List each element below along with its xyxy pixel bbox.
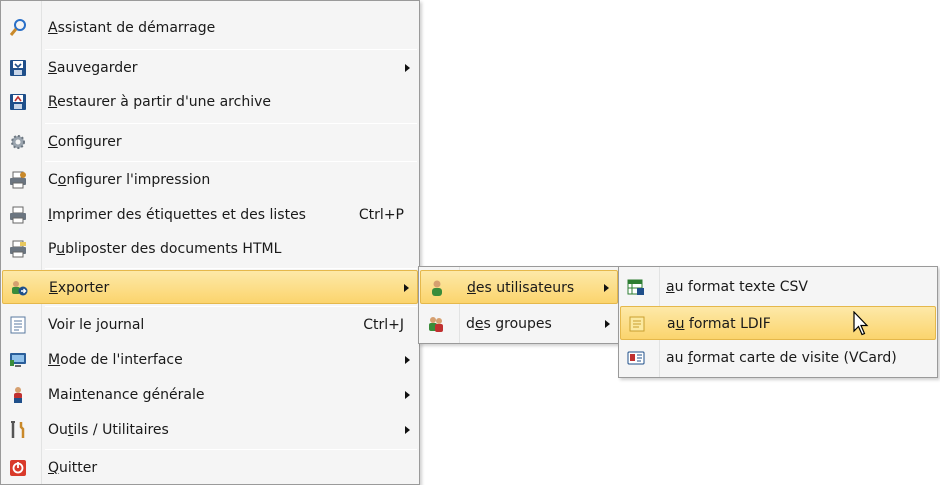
mouse-cursor-icon <box>853 311 869 336</box>
menu-item-label: au format carte de visite (VCard) <box>666 350 897 366</box>
menu-item-voir-journal[interactable]: Voir le journal Ctrl+J <box>2 308 418 342</box>
menu-item-label: Imprimer des étiquettes et des listes <box>48 207 306 223</box>
shortcut-label: Ctrl+P <box>358 207 404 223</box>
format-item-vcard[interactable]: au format carte de visite (VCard) <box>620 341 936 375</box>
submenu-arrow-icon <box>605 320 610 328</box>
submenu-item-groupes[interactable]: des groupes <box>420 307 618 341</box>
quit-icon <box>8 458 28 478</box>
magic-wand-icon <box>8 18 28 38</box>
submenu-item-utilisateurs[interactable]: des utilisateurs <box>420 270 618 304</box>
menu-item-exporter[interactable]: Exporter <box>2 270 418 304</box>
menu-separator <box>45 268 417 269</box>
menu-item-quitter[interactable]: Quitter <box>2 451 418 485</box>
submenu-arrow-icon <box>405 391 410 399</box>
menu-separator <box>45 161 417 162</box>
save-disk-icon <box>8 58 28 78</box>
menu-item-label: Voir le journal <box>48 317 145 333</box>
menu-item-publiposter[interactable]: Publiposter des documents HTML <box>2 232 418 266</box>
menu-item-label: Mode de l'interface <box>48 352 183 368</box>
main-menu: Assistant de démarrage Sauvegarder Resta… <box>0 0 420 485</box>
csv-file-icon <box>626 277 646 297</box>
journal-icon <box>8 315 28 335</box>
menu-item-imprimer[interactable]: Imprimer des étiquettes et des listes Ct… <box>2 198 418 232</box>
menu-item-label: Configurer l'impression <box>48 172 211 188</box>
mailmerge-printer-icon <box>8 239 28 259</box>
tools-icon <box>8 420 28 440</box>
monitor-icon <box>8 350 28 370</box>
menu-item-label: Exporter <box>49 280 110 296</box>
restore-disk-icon <box>8 92 28 112</box>
users-format-submenu: au format texte CSV au format LDIF au fo… <box>618 266 938 378</box>
menu-item-restaurer[interactable]: Restaurer à partir d'une archive <box>2 85 418 119</box>
menu-item-label: Assistant de démarrage <box>48 20 216 36</box>
menu-item-assistant[interactable]: Assistant de démarrage <box>2 11 418 45</box>
menu-item-label: Restaurer à partir d'une archive <box>48 94 271 110</box>
menu-item-label: Sauvegarder <box>48 60 138 76</box>
menu-item-outils[interactable]: Outils / Utilitaires <box>2 413 418 447</box>
gear-icon <box>8 132 28 152</box>
menu-item-label: Outils / Utilitaires <box>48 422 169 438</box>
menu-item-label: au format texte CSV <box>666 279 809 295</box>
vcard-icon <box>626 348 646 368</box>
submenu-arrow-icon <box>604 284 609 292</box>
printer-icon <box>8 205 28 225</box>
submenu-arrow-icon <box>405 64 410 72</box>
submenu-arrow-icon <box>405 356 410 364</box>
menu-item-mode-interface[interactable]: Mode de l'interface <box>2 343 418 377</box>
user-icon <box>427 278 447 298</box>
menu-separator <box>45 49 417 50</box>
group-icon <box>426 314 446 334</box>
printer-settings-icon <box>8 170 28 190</box>
menu-item-label: Publiposter des documents HTML <box>48 241 282 257</box>
export-submenu: des utilisateurs des groupes <box>418 266 620 344</box>
menu-item-label: Configurer <box>48 134 122 150</box>
maintenance-user-icon <box>8 385 28 405</box>
menu-item-label: Maintenance générale <box>48 387 205 403</box>
menu-item-configurer-impression[interactable]: Configurer l'impression <box>2 163 418 197</box>
menu-separator <box>45 449 417 450</box>
ldif-file-icon <box>627 314 647 334</box>
menu-separator <box>45 306 417 307</box>
menu-item-maintenance[interactable]: Maintenance générale <box>2 378 418 412</box>
menu-item-label: des groupes <box>466 316 552 332</box>
submenu-arrow-icon <box>404 284 409 292</box>
format-item-csv[interactable]: au format texte CSV <box>620 270 936 304</box>
menu-item-configurer[interactable]: Configurer <box>2 125 418 159</box>
shortcut-label: Ctrl+J <box>363 317 404 333</box>
menu-separator <box>45 123 417 124</box>
format-item-ldif[interactable]: au format LDIF <box>620 306 936 340</box>
submenu-arrow-icon <box>405 426 410 434</box>
menu-item-sauvegarder[interactable]: Sauvegarder <box>2 51 418 85</box>
menu-item-label: des utilisateurs <box>467 280 575 296</box>
menu-item-label: au format LDIF <box>667 316 771 332</box>
menu-item-label: Quitter <box>48 460 98 476</box>
export-users-icon <box>9 278 29 298</box>
